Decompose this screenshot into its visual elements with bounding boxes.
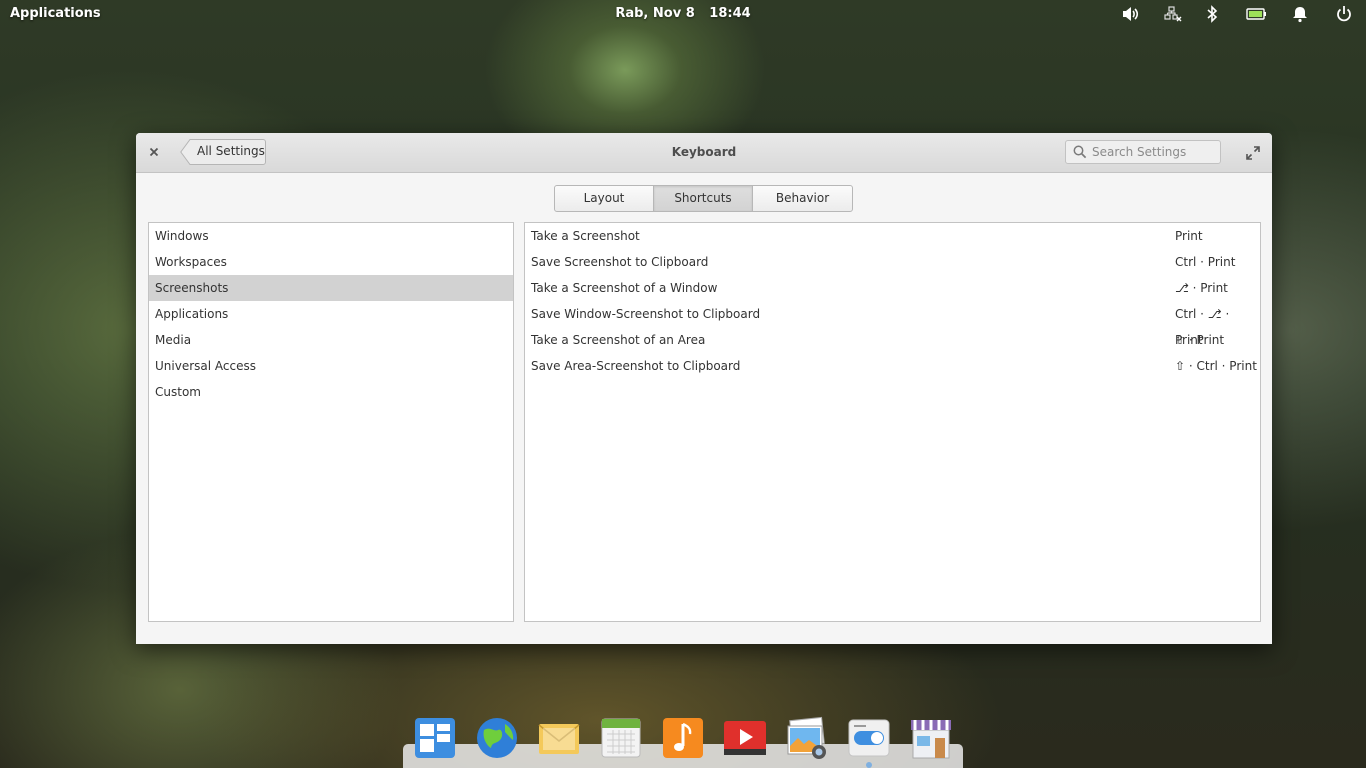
calendar-icon[interactable] — [599, 716, 643, 760]
web-browser-icon[interactable] — [475, 716, 519, 760]
top-panel: Applications Rab, Nov 8 18:44 — [0, 0, 1366, 28]
shortcut-row[interactable]: Save Screenshot to Clipboard Ctrl · Prin… — [525, 249, 1260, 275]
tab-layout[interactable]: Layout — [555, 186, 654, 211]
shortcut-name: Take a Screenshot — [531, 229, 640, 243]
category-item-applications[interactable]: Applications — [149, 301, 513, 327]
music-icon[interactable] — [661, 716, 705, 760]
shortcut-category-list: Windows Workspaces Screenshots Applicati… — [148, 222, 514, 622]
category-item-windows[interactable]: Windows — [149, 223, 513, 249]
power-icon[interactable] — [1334, 5, 1354, 23]
running-indicator — [866, 762, 872, 768]
maximize-icon — [1246, 146, 1260, 160]
category-item-custom[interactable]: Custom — [149, 379, 513, 405]
shortcut-list: Take a Screenshot Print Save Screenshot … — [524, 222, 1261, 622]
search-input[interactable] — [1092, 143, 1216, 161]
volume-icon[interactable] — [1121, 5, 1141, 23]
bluetooth-icon[interactable] — [1202, 5, 1222, 23]
titlebar: All Settings Keyboard — [136, 133, 1272, 173]
network-icon[interactable] — [1163, 5, 1183, 23]
shortcut-name: Take a Screenshot of an Area — [531, 333, 706, 347]
category-item-media[interactable]: Media — [149, 327, 513, 353]
shortcut-row[interactable]: Take a Screenshot of an Area ⇧ · Print — [525, 327, 1260, 353]
search-field[interactable] — [1065, 140, 1221, 164]
notifications-icon[interactable] — [1290, 5, 1310, 23]
photos-icon[interactable] — [785, 716, 829, 760]
system-settings-icon[interactable] — [847, 716, 891, 760]
battery-icon[interactable] — [1246, 5, 1268, 23]
category-item-universal-access[interactable]: Universal Access — [149, 353, 513, 379]
maximize-button[interactable] — [1246, 145, 1260, 160]
shortcut-keys[interactable]: ⇧ · Print — [1175, 327, 1224, 353]
shortcut-name: Save Window-Screenshot to Clipboard — [531, 307, 761, 321]
shortcut-row[interactable]: Take a Screenshot Print — [525, 223, 1260, 249]
shortcut-keys[interactable]: Print — [1175, 223, 1203, 249]
shortcut-name: Save Area-Screenshot to Clipboard — [531, 359, 741, 373]
multitasking-view-icon[interactable] — [413, 716, 457, 760]
shortcut-keys[interactable]: ⇧ · Ctrl · Print — [1175, 353, 1257, 379]
shortcut-row[interactable]: Save Area-Screenshot to Clipboard ⇧ · Ct… — [525, 353, 1260, 379]
date-label: Rab, Nov 8 — [615, 6, 695, 21]
shortcut-name: Take a Screenshot of a Window — [531, 281, 718, 295]
shortcut-keys[interactable]: ⎇ · Print — [1175, 275, 1228, 301]
search-icon — [1073, 145, 1087, 159]
shortcut-name: Save Screenshot to Clipboard — [531, 255, 709, 269]
tab-behavior[interactable]: Behavior — [753, 186, 852, 211]
videos-icon[interactable] — [723, 716, 767, 760]
shortcut-row[interactable]: Take a Screenshot of a Window ⎇ · Print — [525, 275, 1260, 301]
date-time-indicator[interactable]: Rab, Nov 8 18:44 — [0, 6, 1366, 21]
mail-icon[interactable] — [537, 716, 581, 760]
shortcut-keys[interactable]: Ctrl · Print — [1175, 249, 1235, 275]
keyboard-tabs: Layout Shortcuts Behavior — [554, 185, 853, 212]
category-item-screenshots[interactable]: Screenshots — [149, 275, 513, 301]
tab-shortcuts[interactable]: Shortcuts — [654, 186, 753, 211]
appcenter-icon[interactable] — [909, 716, 953, 760]
category-item-workspaces[interactable]: Workspaces — [149, 249, 513, 275]
shortcut-row[interactable]: Save Window-Screenshot to Clipboard Ctrl… — [525, 301, 1260, 347]
keyboard-settings-window: All Settings Keyboard Layout Shortcuts B… — [136, 133, 1272, 644]
time-label: 18:44 — [709, 6, 751, 21]
